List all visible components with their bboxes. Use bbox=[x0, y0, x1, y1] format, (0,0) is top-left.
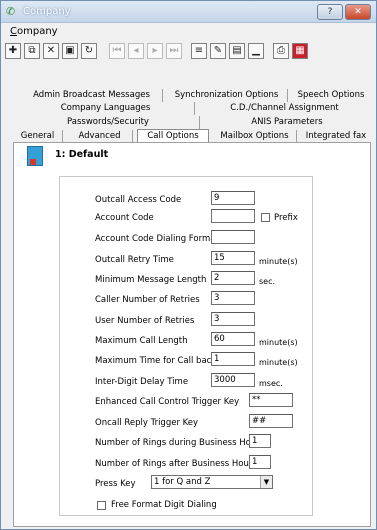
edit-icon[interactable]: ✎ bbox=[210, 43, 226, 59]
maximum-call-length-field[interactable]: 60 bbox=[211, 332, 255, 346]
account-code-dialing-format-field[interactable] bbox=[211, 230, 255, 244]
press-key-selected-value: 1 for Q and Z bbox=[154, 477, 211, 487]
company-window: ✆ Company ? ✕ Company ✚ ⧉ ✕ ▣ ↻ ⏮ ◂ ▸ ⏭ … bbox=[0, 0, 377, 530]
app-icon: ✆ bbox=[6, 5, 16, 18]
outcall-retry-time-unit: minute(s) bbox=[259, 257, 298, 266]
first-record-icon[interactable]: ⏮ bbox=[109, 43, 125, 59]
enhanced-call-control-trigger-key-field[interactable]: ** bbox=[249, 393, 293, 407]
chart-icon[interactable]: ▁ bbox=[248, 43, 264, 59]
caller-number-of-retries-field[interactable]: 3 bbox=[211, 291, 255, 305]
press-key-label: Press Key bbox=[95, 479, 136, 489]
minimum-message-length-label: Minimum Message Length bbox=[95, 275, 207, 285]
outcall-access-code-field[interactable]: 9 bbox=[211, 191, 255, 205]
inter-digit-delay-time-unit: msec. bbox=[259, 379, 283, 388]
delete-icon[interactable]: ✕ bbox=[43, 43, 59, 59]
record-title: 1: Default bbox=[55, 149, 109, 160]
tab-anis-parameters[interactable]: ANIS Parameters bbox=[203, 116, 371, 129]
press-key-select[interactable]: 1 for Q and Z ▼ bbox=[151, 475, 273, 489]
outcall-retry-time-field[interactable]: 15 bbox=[211, 251, 255, 265]
tab-passwords-security[interactable]: Passwords/Security bbox=[17, 116, 200, 129]
account-code-label: Account Code bbox=[95, 213, 154, 223]
title-bar: ✆ Company ? ✕ bbox=[1, 1, 376, 23]
oncall-reply-trigger-key-label: Oncall Reply Trigger Key bbox=[95, 418, 199, 428]
account-code-dialing-format-label: Account Code Dialing Format bbox=[95, 234, 219, 244]
next-record-icon[interactable]: ▸ bbox=[147, 43, 163, 59]
free-format-digit-dialing-checkbox[interactable] bbox=[97, 501, 106, 510]
rings-during-business-hours-label: Number of Rings during Business Hours bbox=[95, 438, 265, 448]
menu-bar: Company bbox=[1, 23, 376, 40]
prefix-label: Prefix bbox=[274, 213, 298, 223]
maximum-time-for-call-back-label: Maximum Time for Call back bbox=[95, 356, 217, 366]
minimum-message-length-field[interactable]: 2 bbox=[211, 271, 255, 285]
maximum-call-length-unit: minute(s) bbox=[259, 338, 298, 347]
caller-number-of-retries-label: Caller Number of Retries bbox=[95, 295, 200, 305]
prefix-checkbox[interactable] bbox=[261, 213, 270, 222]
chevron-down-icon[interactable]: ▼ bbox=[260, 476, 272, 488]
toolbar: ✚ ⧉ ✕ ▣ ↻ ⏮ ◂ ▸ ⏭ ≡ ✎ ▤ ▁ ⎙ ▦ bbox=[5, 43, 370, 61]
save-icon[interactable]: ▣ bbox=[62, 43, 78, 59]
print-icon[interactable]: ⎙ bbox=[273, 43, 289, 59]
tab-cd-channel-assignment[interactable]: C.D./Channel Assignment bbox=[198, 102, 371, 115]
tab-company-languages[interactable]: Company Languages bbox=[17, 102, 195, 115]
list-icon[interactable]: ≡ bbox=[191, 43, 207, 59]
free-format-digit-dialing-label: Free Format Digit Dialing bbox=[111, 500, 217, 510]
copy-icon[interactable]: ⧉ bbox=[24, 43, 40, 59]
account-code-field[interactable] bbox=[211, 209, 255, 223]
maximum-time-for-call-back-unit: minute(s) bbox=[259, 358, 298, 367]
window-title: Company bbox=[23, 6, 71, 17]
rings-during-business-hours-field[interactable]: 1 bbox=[249, 434, 271, 448]
tab-speech-options[interactable]: Speech Options bbox=[291, 89, 371, 102]
help-button[interactable]: ? bbox=[317, 4, 343, 20]
properties-icon[interactable]: ▤ bbox=[229, 43, 245, 59]
tab-row-2: Company Languages C.D./Channel Assignmen… bbox=[13, 102, 371, 115]
oncall-reply-trigger-key-field[interactable]: ## bbox=[249, 414, 293, 428]
maximum-call-length-label: Maximum Call Length bbox=[95, 336, 188, 346]
previous-record-icon[interactable]: ◂ bbox=[128, 43, 144, 59]
add-icon[interactable]: ✚ bbox=[5, 43, 21, 59]
company-database-icon bbox=[27, 146, 43, 166]
user-number-of-retries-label: User Number of Retries bbox=[95, 316, 195, 326]
tab-synchronization-options[interactable]: Synchronization Options bbox=[166, 89, 288, 102]
last-record-icon[interactable]: ⏭ bbox=[166, 43, 182, 59]
menu-company[interactable]: Company bbox=[10, 26, 58, 37]
enhanced-call-control-trigger-key-label: Enhanced Call Control Trigger Key bbox=[95, 397, 240, 407]
inter-digit-delay-time-field[interactable]: 3000 bbox=[211, 373, 255, 387]
outcall-retry-time-label: Outcall Retry Time bbox=[95, 255, 174, 265]
rings-after-business-hours-label: Number of Rings after Business Hours bbox=[95, 459, 257, 469]
tab-row-3: Passwords/Security ANIS Parameters bbox=[13, 116, 371, 129]
maximum-time-for-call-back-field[interactable]: 1 bbox=[211, 352, 255, 366]
tab-row-1: Admin Broadcast Messages Synchronization… bbox=[13, 89, 371, 102]
report-icon[interactable]: ▦ bbox=[292, 43, 308, 59]
tab-admin-broadcast-messages[interactable]: Admin Broadcast Messages bbox=[21, 89, 163, 102]
outcall-access-code-label: Outcall Access Code bbox=[95, 195, 182, 205]
user-number-of-retries-field[interactable]: 3 bbox=[211, 312, 255, 326]
rings-after-business-hours-field[interactable]: 1 bbox=[249, 455, 271, 469]
refresh-icon[interactable]: ↻ bbox=[81, 43, 97, 59]
inter-digit-delay-time-label: Inter-Digit Delay Time bbox=[95, 377, 189, 387]
close-button[interactable]: ✕ bbox=[345, 4, 371, 20]
minimum-message-length-unit: sec. bbox=[259, 277, 276, 286]
